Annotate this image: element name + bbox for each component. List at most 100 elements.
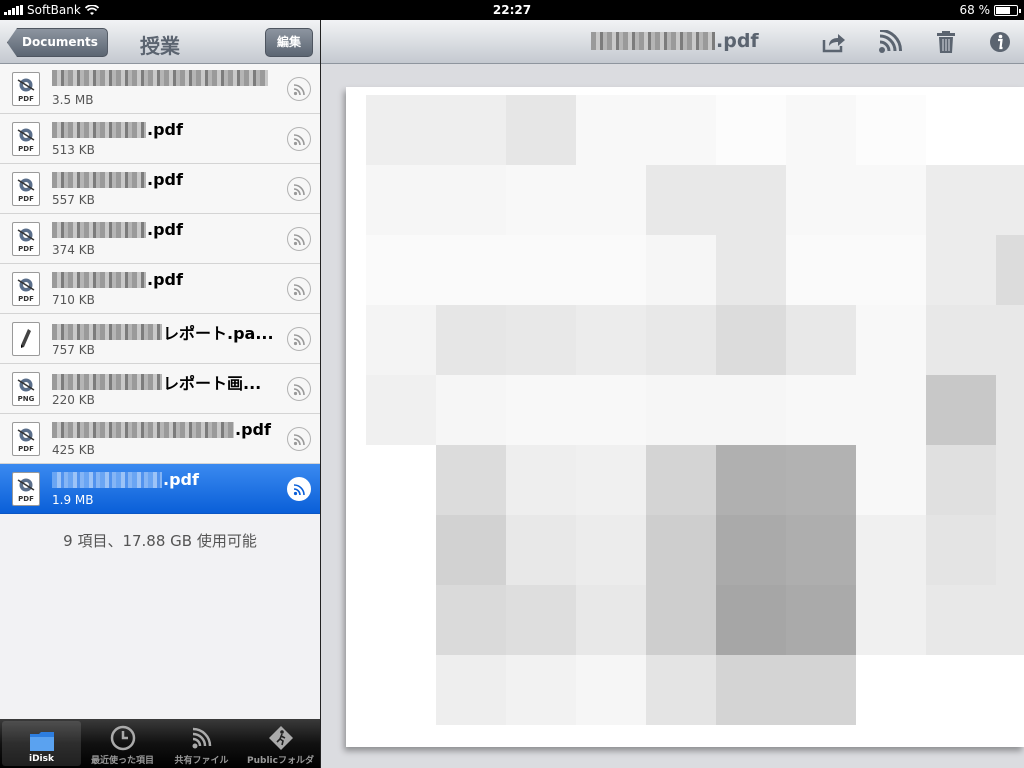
redacted-pixel-block [856,235,926,305]
file-type-label: PDF [18,195,34,203]
redacted-pixel-block [576,445,646,515]
file-name-suffix: レポート画... [163,374,262,393]
share-toggle-button[interactable] [287,277,311,301]
document-page[interactable] [346,87,1024,747]
file-name-suffix: .pdf [147,170,183,189]
redacted-pixel-block [646,585,716,655]
redacted-pixel-block [786,515,856,585]
rss-feed-icon[interactable] [877,30,903,54]
share-toggle-button[interactable] [287,127,311,151]
redacted-pixel-block [646,655,716,725]
file-row[interactable]: PNG レポート画... 220 KB [0,364,320,414]
redacted-pixel-block [576,585,646,655]
redacted-name-block [52,324,162,340]
redacted-pixel-block [646,235,716,305]
tab-recent[interactable]: 最近使った項目 [83,719,162,768]
file-browser-panel: Documents 授業 編集 PDF 3.5 MB PDF .pdf 513 KB PD… [0,20,320,768]
file-row[interactable]: PDF .pdf 374 KB [0,214,320,264]
redacted-pixel-block [436,445,506,515]
redacted-pixel-block [926,305,996,375]
file-name: .pdf [52,220,280,239]
redacted-pixel-block [716,445,786,515]
file-name: .pdf [52,270,280,289]
redacted-pixel-block [856,375,926,445]
share-toggle-button[interactable] [287,427,311,451]
battery-icon [994,4,1021,16]
redacted-pixel-block [996,95,1024,165]
rss-icon [293,84,305,96]
file-name-suffix: .pdf [147,220,183,239]
trash-icon[interactable] [933,30,959,54]
redacted-title-block [591,32,715,50]
pdf-file-icon: PDF [12,72,40,106]
pdf-file-icon: PDF [12,222,40,256]
share-toggle-button[interactable] [287,477,311,501]
file-name: .pdf [52,120,280,139]
pdf-file-icon: PDF [12,122,40,156]
share-toggle-button[interactable] [287,227,311,251]
rss-icon [293,334,305,346]
share-toggle-button[interactable] [287,327,311,351]
pdf-file-icon: PDF [12,422,40,456]
file-row[interactable]: PDF .pdf 710 KB [0,264,320,314]
redacted-pixel-block [436,165,506,235]
file-type-label: PNG [17,395,35,403]
redacted-pixel-block [646,375,716,445]
redacted-name-block [52,70,268,86]
rss-icon [293,184,305,196]
file-name-suffix: レポート.pa... [163,324,274,343]
file-row[interactable]: PDF .pdf 1.9 MB [0,464,320,514]
redacted-pixel-block [436,95,506,165]
redacted-pixel-block [366,375,436,445]
share-toggle-button[interactable] [287,177,311,201]
redacted-pixel-block [506,235,576,305]
redacted-pixel-block [786,305,856,375]
file-row[interactable]: レポート.pa... 757 KB [0,314,320,364]
redacted-pixel-block [996,165,1024,235]
share-icon[interactable] [821,30,847,54]
redacted-pixel-block [436,375,506,445]
redacted-pixel-block [786,655,856,725]
tab-idisk[interactable]: iDisk [2,721,81,766]
redacted-pixel-block [786,95,856,165]
redacted-pixel-block [506,165,576,235]
share-toggle-button[interactable] [287,377,311,401]
tab-shared[interactable]: 共有ファイル [162,719,241,768]
redacted-pixel-block [646,305,716,375]
redacted-pixel-block [646,515,716,585]
redacted-pixel-block [926,515,996,585]
file-size: 557 KB [52,193,95,207]
rss-icon [192,727,211,749]
redacted-pixel-block [506,585,576,655]
folder-icon [29,732,54,751]
pages-document-icon [12,322,40,356]
redacted-pixel-block [576,165,646,235]
file-row[interactable]: PDF .pdf 513 KB [0,114,320,164]
redacted-pixel-block [506,515,576,585]
redacted-pixel-block [646,445,716,515]
redacted-pixel-block [576,235,646,305]
redacted-pixel-block [506,445,576,515]
redacted-pixel-block [506,305,576,375]
info-icon[interactable] [987,30,1013,54]
redacted-pixel-block [576,375,646,445]
redacted-pixel-block [436,305,506,375]
redacted-pixel-block [996,655,1024,725]
edit-button[interactable]: 編集 [265,28,313,57]
file-size: 374 KB [52,243,95,257]
file-size: 710 KB [52,293,95,307]
public-sign-icon [268,726,293,750]
document-viewer: .pdf [321,20,1024,768]
file-row[interactable]: PDF .pdf 425 KB [0,414,320,464]
file-row[interactable]: PDF .pdf 557 KB [0,164,320,214]
redacted-pixel-block [786,585,856,655]
redacted-pixel-block [436,235,506,305]
redacted-pixel-block [366,305,436,375]
tab-public[interactable]: Publicフォルダ [241,719,320,768]
share-toggle-button[interactable] [287,77,311,101]
rss-icon [293,384,305,396]
redacted-pixel-block [366,235,436,305]
tab-label: Publicフォルダ [247,756,314,766]
file-row[interactable]: PDF 3.5 MB [0,64,320,114]
file-name: レポート.pa... [52,320,280,344]
